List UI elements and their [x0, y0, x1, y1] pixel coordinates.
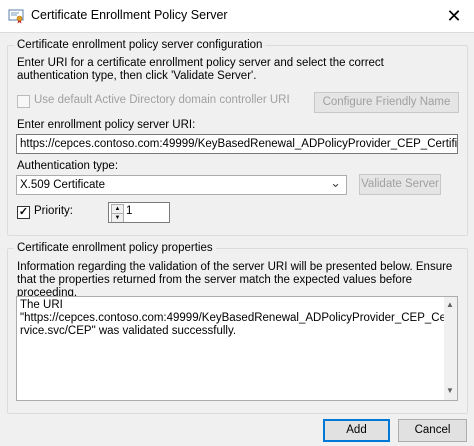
config-instructions: Enter URI for a certificate enrollment p… [17, 57, 384, 82]
chevron-down-icon: ⌄ [330, 175, 341, 190]
priority-value: 1 [126, 205, 133, 217]
priority-label: Priority: [34, 205, 73, 217]
use-default-checkbox[interactable] [17, 95, 30, 108]
auth-type-select[interactable]: X.509 Certificate ⌄ [16, 175, 347, 195]
uri-input[interactable]: https://cepces.contoso.com:49999/KeyBase… [16, 134, 458, 154]
result-line-2: "https://cepces.contoso.com:49999/KeyBas… [20, 312, 458, 324]
config-group: Certificate enrollment policy server con… [7, 38, 468, 236]
window-title: Certificate Enrollment Policy Server [31, 8, 228, 22]
use-default-label: Use default Active Directory domain cont… [34, 94, 290, 106]
spin-down-icon[interactable]: ▼ [111, 213, 124, 222]
cancel-button[interactable]: Cancel [398, 419, 467, 442]
config-group-legend: Certificate enrollment policy server con… [14, 38, 266, 52]
scroll-down-icon[interactable]: ▼ [445, 386, 455, 395]
add-button[interactable]: Add [323, 419, 390, 442]
properties-group: Certificate enrollment policy properties… [7, 241, 468, 414]
priority-spinner[interactable]: ▲ ▼ 1 [108, 202, 170, 223]
auth-type-value: X.509 Certificate [20, 179, 106, 191]
uri-label: Enter enrollment policy server URI: [17, 119, 196, 131]
priority-checkbox[interactable]: ✓ [17, 206, 30, 219]
result-line-3: rvice.svc/CEP" was validated successfull… [20, 325, 237, 337]
result-line-1: The URI [20, 299, 63, 311]
certificate-icon [8, 8, 24, 24]
configure-friendly-name-button[interactable]: Configure Friendly Name [314, 92, 459, 113]
auth-type-label: Authentication type: [17, 160, 119, 172]
validate-server-button[interactable]: Validate Server [359, 174, 441, 195]
dialog-body: Certificate enrollment policy server con… [0, 32, 474, 446]
scroll-up-icon[interactable]: ▲ [445, 300, 455, 309]
properties-group-legend: Certificate enrollment policy properties [14, 241, 216, 255]
title-bar: Certificate Enrollment Policy Server ✕ [0, 0, 474, 32]
close-icon[interactable]: ✕ [440, 3, 468, 29]
result-scrollbar[interactable]: ▲ ▼ [444, 297, 457, 400]
validation-result-box[interactable]: The URI "https://cepces.contoso.com:4999… [16, 296, 458, 401]
properties-info: Information regarding the validation of … [17, 261, 453, 299]
